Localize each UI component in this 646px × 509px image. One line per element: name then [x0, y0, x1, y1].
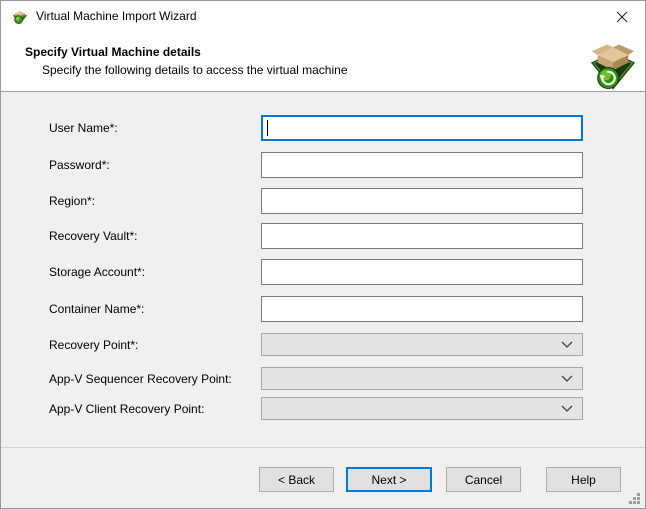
back-button[interactable]: < Back	[259, 467, 334, 492]
resize-grip[interactable]	[628, 492, 641, 505]
storage-account-label: Storage Account*:	[49, 265, 261, 279]
app-v-sequencer-recovery-point-label: App-V Sequencer Recovery Point:	[49, 372, 261, 386]
recovery-vault-label: Recovery Vault*:	[49, 229, 261, 243]
form-row: Password*:	[49, 152, 583, 178]
form-row: Recovery Point*:	[49, 333, 583, 356]
container-name-input[interactable]	[261, 296, 583, 322]
password-input[interactable]	[261, 152, 583, 178]
page-subtitle: Specify the following details to access …	[42, 63, 348, 77]
dialog-window: Virtual Machine Import Wizard Specify Vi…	[0, 0, 646, 509]
recovery-point-dropdown[interactable]	[261, 333, 583, 356]
close-button[interactable]	[599, 1, 645, 32]
window-title: Virtual Machine Import Wizard	[36, 9, 197, 23]
package-import-icon	[590, 42, 636, 91]
cancel-button[interactable]: Cancel	[446, 467, 521, 492]
user-name-input[interactable]	[261, 115, 583, 141]
form-row: Container Name*:	[49, 296, 583, 322]
form: User Name*: Password*: Region*: Recovery Va…	[1, 93, 645, 447]
page-title: Specify Virtual Machine details	[25, 45, 201, 59]
storage-account-input[interactable]	[261, 259, 583, 285]
password-label: Password*:	[49, 158, 261, 172]
next-button[interactable]: Next >	[346, 467, 432, 492]
chevron-down-icon	[561, 405, 573, 412]
wizard-header: Specify Virtual Machine details Specify …	[1, 32, 645, 92]
form-row: Recovery Vault*:	[49, 223, 583, 249]
close-icon	[616, 11, 628, 23]
form-row: User Name*:	[49, 115, 583, 141]
recovery-point-label: Recovery Point*:	[49, 338, 261, 352]
user-name-label: User Name*:	[49, 121, 261, 135]
help-button[interactable]: Help	[546, 467, 621, 492]
container-name-label: Container Name*:	[49, 302, 261, 316]
app-v-client-recovery-point-label: App-V Client Recovery Point:	[49, 402, 261, 416]
recovery-vault-input[interactable]	[261, 223, 583, 249]
form-row: Storage Account*:	[49, 259, 583, 285]
package-import-icon	[12, 9, 28, 25]
chevron-down-icon	[561, 341, 573, 348]
text-caret	[267, 120, 268, 136]
form-row: App-V Client Recovery Point:	[49, 397, 583, 420]
titlebar: Virtual Machine Import Wizard	[1, 1, 645, 32]
app-v-sequencer-recovery-point-dropdown[interactable]	[261, 367, 583, 390]
region-input[interactable]	[261, 188, 583, 214]
app-v-client-recovery-point-dropdown[interactable]	[261, 397, 583, 420]
form-row: App-V Sequencer Recovery Point:	[49, 367, 583, 390]
form-row: Region*:	[49, 188, 583, 214]
chevron-down-icon	[561, 375, 573, 382]
region-label: Region*:	[49, 194, 261, 208]
